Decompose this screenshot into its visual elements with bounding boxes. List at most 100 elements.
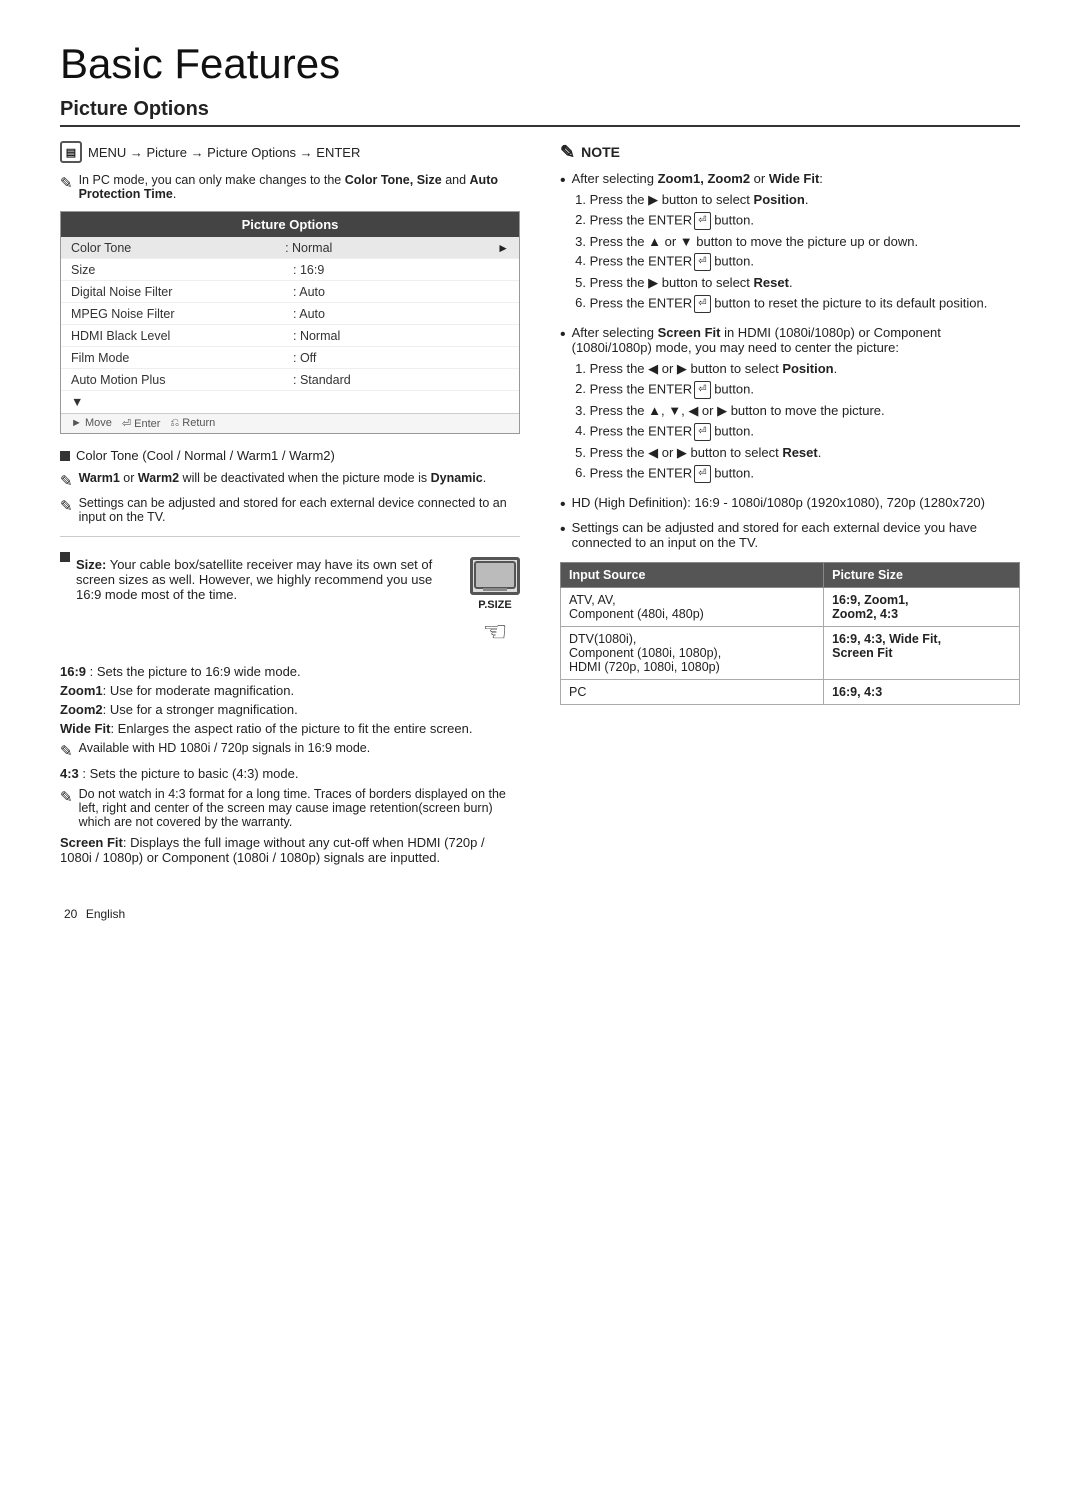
picture-size-3: 16:9, 4:3 <box>824 680 1020 705</box>
left-column: ▤ MENU → Picture → Picture Options → ENT… <box>60 141 520 865</box>
picture-options-header: Picture Options <box>61 212 519 237</box>
enter-icon-4: ⏎ <box>694 381 710 399</box>
amp-value: : Standard <box>287 373 509 387</box>
zoom-step-3: Press the ▲ or ▼ button to move the pict… <box>590 234 988 249</box>
zoom-step-5: Press the ▶ button to select Reset. <box>590 275 988 291</box>
dot-bullet-3-icon: • <box>560 495 566 514</box>
table-row: DTV(1080i),Component (1080i, 1080p),HDMI… <box>561 627 1020 680</box>
mpeg-label: MPEG Noise Filter <box>71 307 287 321</box>
options-row-size: Size : 16:9 <box>61 259 519 281</box>
after-zoom-header: After selecting Zoom1, Zoom2 or Wide Fit… <box>572 171 988 186</box>
size-section: Size: Your cable box/satellite receiver … <box>76 557 520 648</box>
hdmi-value: : Normal <box>287 329 509 343</box>
square-bullet-2-icon <box>60 552 70 562</box>
page-title: Basic Features <box>60 40 1020 88</box>
tv-icon <box>470 557 520 595</box>
film-label: Film Mode <box>71 351 287 365</box>
picture-size-1: 16:9, Zoom1,Zoom2, 4:3 <box>824 588 1020 627</box>
psize-image: P.SIZE ☜ <box>470 557 520 648</box>
size-section-bullet: Size: Your cable box/satellite receiver … <box>60 549 520 656</box>
settings-note-2-text: Settings can be adjusted and stored for … <box>572 520 1020 550</box>
zoom2-text: Zoom2: Use for a stronger magnification. <box>60 702 520 717</box>
note-pencil-icon: ✎ <box>560 142 575 163</box>
page-language: English <box>86 907 125 921</box>
table-row: PC 16:9, 4:3 <box>561 680 1020 705</box>
input-source-3: PC <box>561 680 824 705</box>
pencil-icon-5: ✎ <box>60 788 73 806</box>
size-value: : 16:9 <box>287 263 509 277</box>
options-row-film: Film Mode : Off <box>61 347 519 369</box>
zoom1-text: Zoom1: Use for moderate magnification. <box>60 683 520 698</box>
footer-return: ⎌ Return <box>170 417 215 430</box>
sf-step-6: Press the ENTER⏎ button. <box>590 465 1020 483</box>
picture-options-box: Picture Options Color Tone : Normal ► Si… <box>60 211 520 434</box>
pencil-icon: ✎ <box>60 174 73 192</box>
zoom-step-2: Press the ENTER⏎ button. <box>590 212 988 230</box>
arrow-right-icon: ► <box>497 241 509 255</box>
input-source-header: Input Source <box>561 563 824 588</box>
enter-icon-2: ⏎ <box>694 253 710 271</box>
sf-step-3: Press the ▲, ▼, ◀ or ▶ button to move th… <box>590 403 1020 419</box>
dot-bullet-2-icon: • <box>560 325 566 344</box>
after-screenfit-header: After selecting Screen Fit in HDMI (1080… <box>572 325 1020 355</box>
screenfit-steps-list: Press the ◀ or ▶ button to select Positi… <box>572 361 1020 483</box>
divider <box>60 536 520 537</box>
size-label: Size <box>71 263 287 277</box>
page-number: 20 English <box>60 905 1020 923</box>
note-label: NOTE <box>581 144 620 160</box>
hd-def-bullet: • HD (High Definition): 16:9 - 1080i/108… <box>560 495 1020 514</box>
hdmi-label: HDMI Black Level <box>71 329 287 343</box>
pencil-icon-4: ✎ <box>60 742 73 760</box>
settings-note-2: • Settings can be adjusted and stored fo… <box>560 520 1020 550</box>
sf-step-1: Press the ◀ or ▶ button to select Positi… <box>590 361 1020 377</box>
section-title: Picture Options <box>60 98 1020 127</box>
enter-icon-6: ⏎ <box>694 465 710 483</box>
film-value: : Off <box>287 351 509 365</box>
menu-icon: ▤ <box>60 141 82 163</box>
screen-fit-text: Screen Fit: Displays the full image with… <box>60 835 520 865</box>
options-row-color-tone: Color Tone : Normal ► <box>61 237 519 259</box>
hd-def-text: HD (High Definition): 16:9 - 1080i/1080p… <box>572 495 985 510</box>
warm-note: ✎ Warm1 or Warm2 will be deactivated whe… <box>60 471 520 490</box>
sf-step-4: Press the ENTER⏎ button. <box>590 423 1020 441</box>
size-text: Size: Your cable box/satellite receiver … <box>76 557 460 602</box>
amp-label: Auto Motion Plus <box>71 373 287 387</box>
dnf-value: : Auto <box>287 285 509 299</box>
after-zoom-bullet: • After selecting Zoom1, Zoom2 or Wide F… <box>560 171 1020 319</box>
input-picture-table: Input Source Picture Size ATV, AV,Compon… <box>560 562 1020 705</box>
zoom-step-6: Press the ENTER⏎ button to reset the pic… <box>590 295 988 313</box>
options-footer: ► Move ⏎ Enter ⎌ Return <box>61 413 519 433</box>
after-screenfit-bullet: • After selecting Screen Fit in HDMI (10… <box>560 325 1020 489</box>
after-zoom-content: After selecting Zoom1, Zoom2 or Wide Fit… <box>572 171 988 319</box>
footer-move: ► Move <box>71 417 112 430</box>
warm-note-text: Warm1 or Warm2 will be deactivated when … <box>79 471 487 485</box>
pencil-icon-3: ✎ <box>60 497 73 515</box>
zoom-steps-list: Press the ▶ button to select Position. P… <box>572 192 988 313</box>
mpeg-value: : Auto <box>287 307 509 321</box>
hd-note-text: Available with HD 1080i / 720p signals i… <box>79 741 371 755</box>
color-tone-label: Color Tone <box>71 241 279 255</box>
options-row-mpeg: MPEG Noise Filter : Auto <box>61 303 519 325</box>
color-tone-section: Color Tone (Cool / Normal / Warm1 / Warm… <box>60 448 520 463</box>
zoom-step-1: Press the ▶ button to select Position. <box>590 192 988 208</box>
enter-icon: ⏎ <box>694 212 710 230</box>
note-section: ✎ NOTE • After selecting Zoom1, Zoom2 or… <box>560 141 1020 550</box>
wide-fit-text: Wide Fit: Enlarges the aspect ratio of t… <box>60 721 520 736</box>
options-row-down-arrow: ▼ <box>61 391 519 413</box>
size-169-text: 16:9 : Sets the picture to 16:9 wide mod… <box>60 664 520 679</box>
picture-size-2: 16:9, 4:3, Wide Fit,Screen Fit <box>824 627 1020 680</box>
input-source-1: ATV, AV,Component (480i, 480p) <box>561 588 824 627</box>
menu-path: ▤ MENU → Picture → Picture Options → ENT… <box>60 141 520 163</box>
dot-bullet-icon: • <box>560 171 566 190</box>
square-bullet-icon <box>60 451 70 461</box>
color-tone-value: : Normal <box>279 241 493 255</box>
right-column: ✎ NOTE • After selecting Zoom1, Zoom2 or… <box>560 141 1020 705</box>
pencil-icon-2: ✎ <box>60 472 73 490</box>
note-header: ✎ NOTE <box>560 141 1020 163</box>
sf-step-2: Press the ENTER⏎ button. <box>590 381 1020 399</box>
dot-bullet-4-icon: • <box>560 520 566 539</box>
hand-icon: ☜ <box>482 615 507 648</box>
options-row-amp: Auto Motion Plus : Standard <box>61 369 519 391</box>
options-table: Color Tone : Normal ► Size : 16:9 Digita… <box>61 237 519 413</box>
input-source-2: DTV(1080i),Component (1080i, 1080p),HDMI… <box>561 627 824 680</box>
